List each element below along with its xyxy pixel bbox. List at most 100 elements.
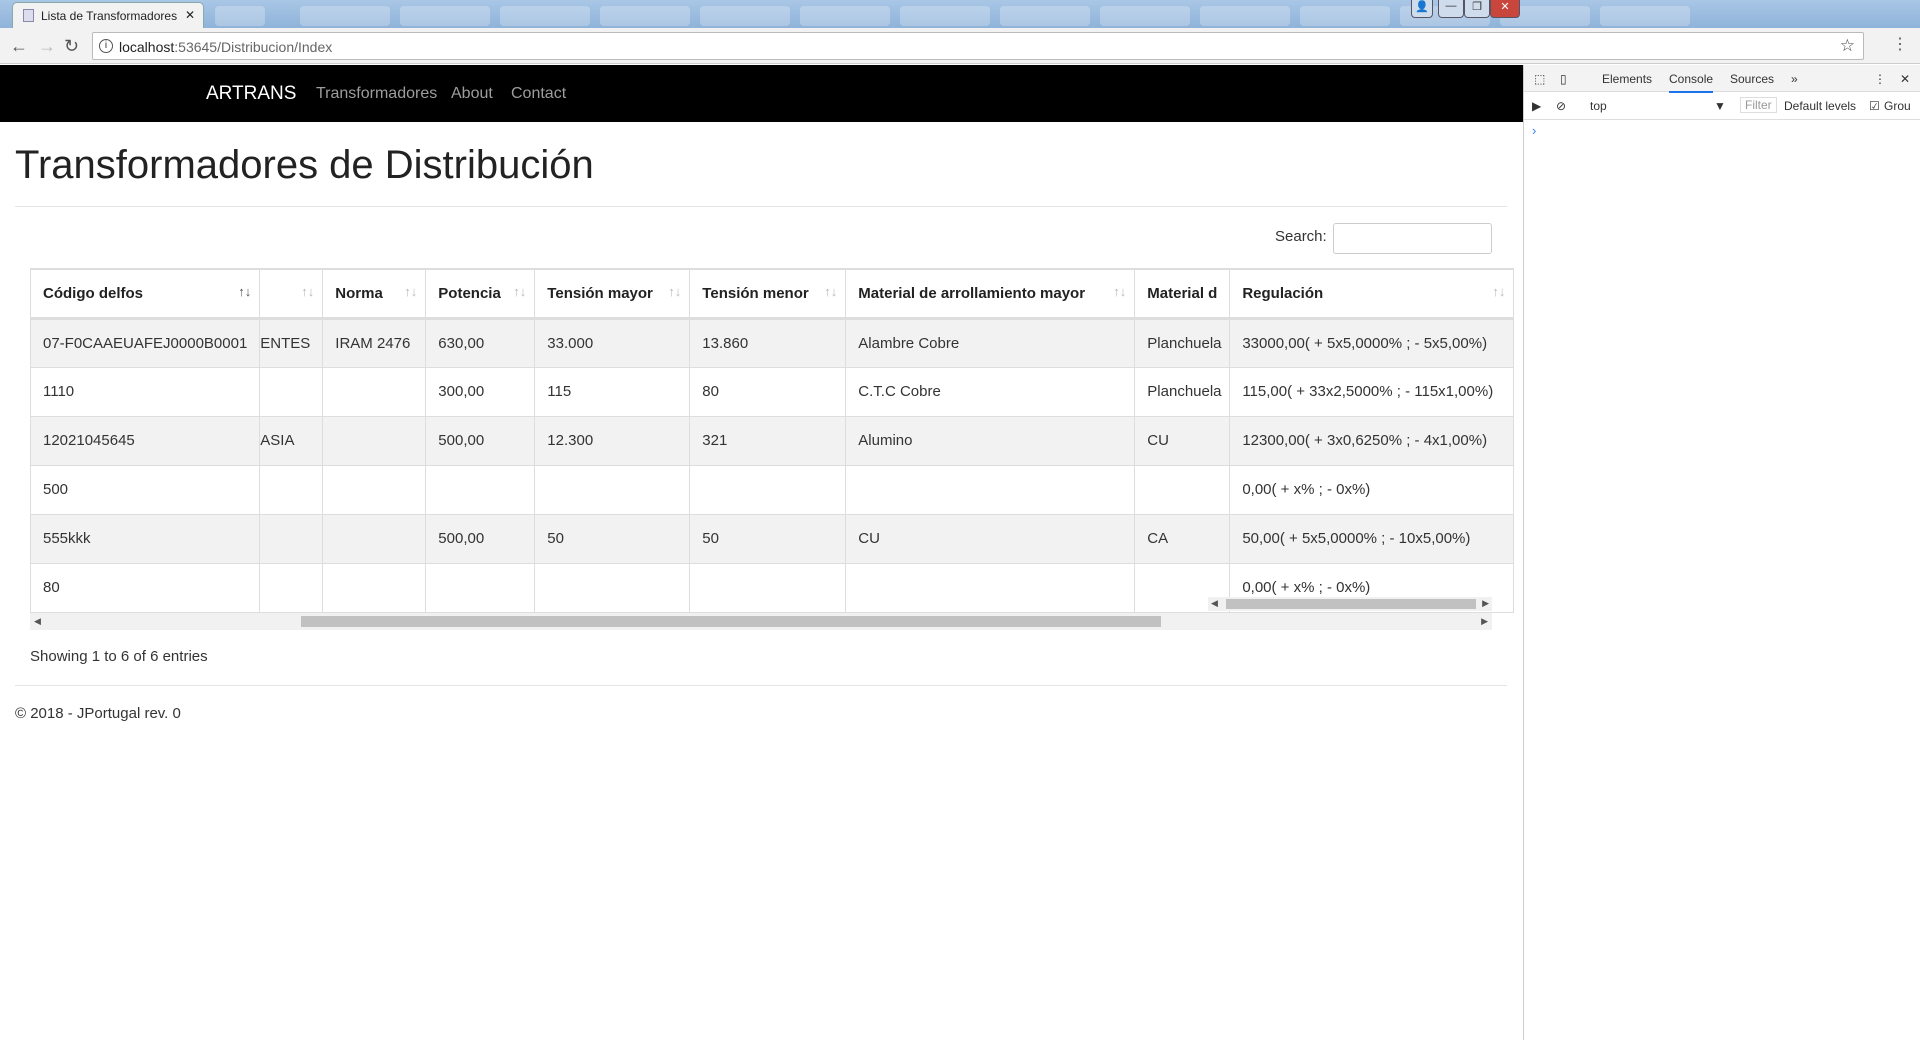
background-tab[interactable] [500, 6, 590, 26]
background-tab[interactable] [400, 6, 490, 26]
column-header-material-mayor[interactable]: Material de arrollamiento mayor ↑↓ [845, 268, 1136, 320]
table-cell: 321 [689, 416, 847, 466]
info-icon[interactable]: i [99, 39, 113, 53]
background-tab[interactable] [600, 6, 690, 26]
table-cell [534, 465, 691, 515]
user-icon[interactable]: 👤 [1411, 0, 1433, 18]
table-cell: 13.860 [689, 318, 847, 368]
device-toolbar-icon[interactable]: ▯ [1560, 72, 1567, 86]
group-checkbox[interactable]: ☑ [1869, 99, 1880, 113]
reload-icon[interactable]: ↻ [64, 36, 79, 57]
table-cell [322, 465, 427, 515]
site-navbar: ARTRANS Transformadores About Contact [0, 65, 1523, 122]
column-label: Material de arrollamiento mayor [858, 284, 1086, 302]
divider [15, 206, 1507, 207]
scroll-left-icon[interactable]: ◀ [34, 616, 41, 627]
table-cell: Alambre Cobre [845, 318, 1136, 368]
page-title: Transformadores de Distribución [15, 143, 594, 187]
sort-icon: ↑↓ [513, 284, 527, 299]
close-window-button[interactable]: ✕ [1490, 0, 1520, 18]
table-horizontal-scrollbar[interactable]: ◀ ▶ [30, 613, 1492, 630]
background-tab[interactable] [1300, 6, 1390, 26]
table-cell [425, 465, 536, 515]
table-cell [689, 465, 847, 515]
devtools-tab-elements[interactable]: Elements [1602, 72, 1652, 86]
table-cell: CA [1134, 514, 1231, 564]
background-tab[interactable] [1200, 6, 1290, 26]
table-row[interactable]: 12021045645 ASIA 500,00 12.300 321 Alumino CU 1… [29, 416, 1515, 466]
column-header-hidden[interactable]: ↑↓ [259, 268, 324, 320]
table-cell: 500,00 [425, 416, 536, 466]
nav-link-transformadores[interactable]: Transformadores [316, 85, 437, 103]
table-cell [259, 465, 324, 515]
back-icon[interactable]: ← [10, 36, 28, 57]
table-row[interactable]: 1110 300,00 115 80 C.T.C Cobre Planchuela 115,… [29, 367, 1515, 417]
table-cell: Alumino [845, 416, 1136, 466]
devtools-menu-icon[interactable]: ⋮ [1874, 72, 1886, 86]
new-tab-button[interactable] [215, 6, 265, 26]
group-label: Grou [1884, 99, 1911, 113]
table-cell: 07-F0CAAEUAFEJ0000B0001 [29, 318, 261, 368]
table-cell: IRAM 2476 [322, 318, 427, 368]
bookmark-star-icon[interactable]: ☆ [1840, 36, 1855, 56]
context-select[interactable]: top [1590, 99, 1607, 113]
address-bar[interactable]: i localhost:53645/Distribucion/Index ☆ [92, 32, 1864, 60]
browser-menu-icon[interactable]: ⋮ [1892, 34, 1908, 54]
forward-icon[interactable]: → [38, 36, 56, 57]
console-prompt-icon[interactable]: › [1532, 123, 1536, 138]
column-header-material-menor[interactable]: Material d [1134, 268, 1231, 320]
scroll-right-icon[interactable]: ▶ [1482, 598, 1489, 609]
background-tab[interactable] [700, 6, 790, 26]
column-label: Norma [335, 284, 383, 302]
table-cell: 500 [29, 465, 261, 515]
background-tab[interactable] [300, 6, 390, 26]
table-cell: 50 [534, 514, 691, 564]
fixed-column-scrollbar[interactable]: ◀ ▶ [1208, 597, 1492, 611]
table-row[interactable]: 500 0,00( + x% ; - 0x%) [29, 465, 1515, 515]
restore-button[interactable]: ❐ [1464, 0, 1490, 18]
devtools-tab-sources[interactable]: Sources [1730, 72, 1774, 86]
column-header-norma[interactable]: Norma ↑↓ [322, 268, 427, 320]
scroll-left-icon[interactable]: ◀ [1211, 598, 1218, 609]
background-tab[interactable] [1600, 6, 1690, 26]
column-label: Código delfos [43, 284, 143, 302]
brand-link[interactable]: ARTRANS [206, 83, 296, 105]
column-header-codigo[interactable]: Código delfos ↑↓ [29, 268, 261, 320]
clear-console-icon[interactable]: ⊘ [1556, 99, 1566, 113]
background-tab[interactable] [1000, 6, 1090, 26]
background-tab[interactable] [1100, 6, 1190, 26]
nav-link-contact[interactable]: Contact [511, 85, 566, 103]
column-header-tension-menor[interactable]: Tensión menor ↑↓ [689, 268, 847, 320]
table-info: Showing 1 to 6 of 6 entries [30, 648, 208, 665]
minimize-button[interactable]: — [1438, 0, 1464, 18]
background-tab[interactable] [900, 6, 990, 26]
column-header-regulacion[interactable]: Regulación ↑↓ [1229, 268, 1515, 320]
table-cell: C.T.C Cobre [845, 367, 1136, 417]
table-row[interactable]: 555kkk 500,00 50 50 CU CA 50,00( + 5x5,0000% ;… [29, 514, 1515, 564]
column-header-potencia[interactable]: Potencia ↑↓ [425, 268, 536, 320]
tab-title: Lista de Transformadores [41, 9, 178, 23]
nav-link-about[interactable]: About [451, 85, 493, 103]
log-levels-select[interactable]: Default levels [1784, 99, 1856, 113]
scrollbar-thumb[interactable] [301, 616, 1161, 627]
browser-tab-active[interactable]: Lista de Transformadores ✕ [12, 2, 204, 28]
table-cell [322, 514, 427, 564]
search-input[interactable] [1333, 223, 1492, 254]
table-cell: 80 [689, 367, 847, 417]
inspect-element-icon[interactable]: ⬚ [1534, 72, 1545, 86]
devtools-tab-console[interactable]: Console [1669, 72, 1714, 93]
table-cell [845, 563, 1136, 613]
table-row[interactable]: 07-F0CAAEUAFEJ0000B0001 ENTES IRAM 2476 630… [29, 318, 1515, 368]
filter-input[interactable]: Filter [1740, 97, 1777, 113]
close-tab-icon[interactable]: ✕ [185, 8, 195, 22]
devtools-close-icon[interactable]: ✕ [1900, 72, 1910, 86]
background-tab[interactable] [800, 6, 890, 26]
scroll-right-icon[interactable]: ▶ [1481, 616, 1488, 627]
scrollbar-thumb[interactable] [1226, 599, 1476, 609]
table-cell: 80 [29, 563, 261, 613]
divider [15, 685, 1507, 686]
table-cell: 33.000 [534, 318, 691, 368]
sidebar-toggle-icon[interactable]: ▶ [1532, 99, 1541, 113]
column-header-tension-mayor[interactable]: Tensión mayor ↑↓ [534, 268, 691, 320]
more-tabs-icon[interactable]: » [1791, 72, 1798, 86]
